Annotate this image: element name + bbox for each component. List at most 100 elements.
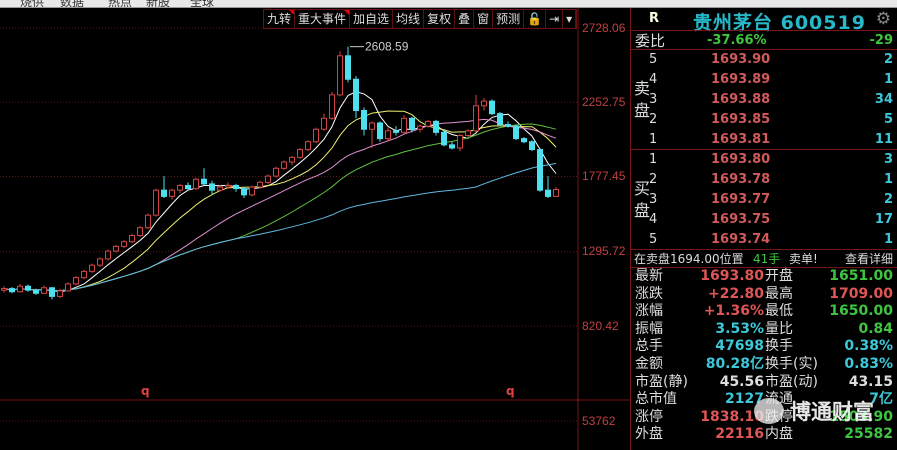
moving-average-button[interactable]: 均线 xyxy=(393,10,425,28)
stat-label: 振幅 xyxy=(635,320,663,337)
stat-value: 1651.00 xyxy=(829,268,893,284)
candle-body xyxy=(217,186,223,191)
level-number: 2 xyxy=(649,172,658,187)
gear-icon[interactable]: ⚙ xyxy=(876,9,891,29)
stats-row: 涨幅 +1.36% 最低 1650.00 xyxy=(631,303,897,321)
level-number: 4 xyxy=(649,212,658,227)
weibi-label: 委比 xyxy=(635,32,666,50)
adjust-button[interactable]: 复权 xyxy=(424,10,456,28)
sell-level-row[interactable]: 4 1693.89 1 xyxy=(631,70,897,90)
candle-body xyxy=(177,184,183,191)
level-number: 1 xyxy=(649,152,658,167)
level-number: 4 xyxy=(649,72,658,87)
candle-body xyxy=(433,120,439,133)
candle-body xyxy=(209,183,215,191)
candle-body xyxy=(161,189,167,197)
level-price: 1693.89 xyxy=(711,72,771,87)
level-volume: 1 xyxy=(883,172,893,187)
quote-panel: R 贵州茅台 600519 ⚙ 委比 -37.66% -29 卖盘 5 1693.… xyxy=(630,8,897,450)
stat-value: 0.38% xyxy=(844,338,893,355)
level-volume: 3 xyxy=(883,152,893,167)
candle-body xyxy=(169,189,175,197)
candle-body xyxy=(65,283,71,292)
stat-label: 换手 xyxy=(765,338,793,355)
jiuzhuan-button[interactable]: 九转 xyxy=(264,10,296,28)
candle-body xyxy=(137,227,143,236)
candle-body xyxy=(345,55,351,80)
weibi-pct: -37.66% xyxy=(707,33,767,48)
level-volume: 17 xyxy=(874,212,893,227)
overlay-button[interactable]: 叠 xyxy=(455,10,475,28)
add-watchlist-button[interactable]: 加自选 xyxy=(350,10,394,28)
skip-end-icon[interactable]: ⇥ xyxy=(546,10,564,28)
stats-row: 外盘 22116 内盘 25582 xyxy=(631,426,897,444)
candle-body xyxy=(129,234,135,243)
major-events-button[interactable]: 重大事件 xyxy=(295,10,351,28)
candle-body xyxy=(33,289,39,294)
view-details-link[interactable]: 查看详细 xyxy=(845,250,893,268)
sell-level-row[interactable]: 3 1693.88 34 xyxy=(631,90,897,110)
candle-body xyxy=(105,250,111,260)
stat-label: 最新 xyxy=(635,268,663,284)
stat-value: 80.28亿 xyxy=(705,355,764,372)
level-price: 1693.81 xyxy=(711,132,771,147)
kline-chart[interactable]: 2608.59 xyxy=(0,0,630,450)
candle-body xyxy=(417,125,423,130)
sell-level-row[interactable]: 5 1693.90 2 xyxy=(631,50,897,70)
buy-level-row[interactable]: 4 1693.75 17 xyxy=(631,210,897,230)
order-info-row: 在卖盘1694.00位置 41手 卖单! 查看详细 xyxy=(631,250,897,268)
candle-body xyxy=(185,184,191,190)
stat-value: 22116 xyxy=(715,426,764,443)
stat-label: 金额 xyxy=(635,355,663,372)
stats-row: 市盈(静) 45.56 市盈(动) 43.15 xyxy=(631,374,897,392)
level-price: 1693.74 xyxy=(711,232,771,247)
level-number: 5 xyxy=(649,52,658,67)
sell-level-row[interactable]: 1 1693.81 11 xyxy=(631,130,897,150)
stat-value: 45.56 xyxy=(719,373,764,390)
candle-body xyxy=(393,130,399,133)
candle-body xyxy=(473,105,479,132)
candle-body xyxy=(57,290,63,297)
candle-body xyxy=(529,141,535,151)
forecast-button[interactable]: 预测 xyxy=(493,10,525,28)
candle-body xyxy=(257,181,263,188)
peak-price-label: 2608.59 xyxy=(365,40,409,54)
chart-toolbar: 九转 重大事件 加自选 均线 复权 叠 窗 预测 🔓 ⇥ ▾ xyxy=(263,9,578,29)
candle-body xyxy=(193,178,199,190)
level-price: 1693.75 xyxy=(711,212,771,227)
level-volume: 11 xyxy=(874,132,893,147)
weibi-row: 委比 -37.66% -29 xyxy=(631,30,897,50)
chevron-down-icon[interactable]: ▾ xyxy=(563,10,577,28)
level-price: 1693.88 xyxy=(711,92,771,107)
candle-body xyxy=(97,258,103,266)
candle-body xyxy=(201,178,207,185)
candle-body xyxy=(505,124,511,127)
buy-level-row[interactable]: 3 1693.77 2 xyxy=(631,190,897,210)
candle-body xyxy=(425,120,431,127)
stats-row: 最新 1693.80 开盘 1651.00 xyxy=(631,268,897,286)
window-button[interactable]: 窗 xyxy=(474,10,494,28)
stats-row: 涨跌 +22.80 最高 1709.00 xyxy=(631,286,897,304)
lock-icon[interactable]: 🔓 xyxy=(524,10,547,28)
stat-label: 总市值 xyxy=(635,391,677,408)
buy-level-row[interactable]: 1 1693.80 3 xyxy=(631,150,897,170)
stat-label: 市盈(静) xyxy=(635,373,688,390)
level-number: 1 xyxy=(649,132,658,147)
stat-label: 涨幅 xyxy=(635,303,663,320)
candle-body xyxy=(361,109,367,130)
stat-value: 0.84 xyxy=(858,320,893,337)
level-price: 1693.85 xyxy=(711,112,771,127)
level-price: 1693.77 xyxy=(711,192,771,207)
stats-row: 金额 80.28亿 换手(实) 0.83% xyxy=(631,356,897,374)
level-volume: 2 xyxy=(883,52,893,67)
candle-body xyxy=(241,188,247,196)
level-number: 2 xyxy=(649,112,658,127)
candle-body xyxy=(369,122,375,130)
candle-body xyxy=(89,264,95,272)
price-axis-label: 2252.75 xyxy=(582,95,626,109)
sell-level-row[interactable]: 2 1693.85 5 xyxy=(631,110,897,130)
buy-level-row[interactable]: 2 1693.78 1 xyxy=(631,170,897,190)
price-axis-label: 2728.06 xyxy=(582,21,626,35)
candle-body xyxy=(329,94,335,119)
buy-level-row[interactable]: 5 1693.74 1 xyxy=(631,230,897,250)
